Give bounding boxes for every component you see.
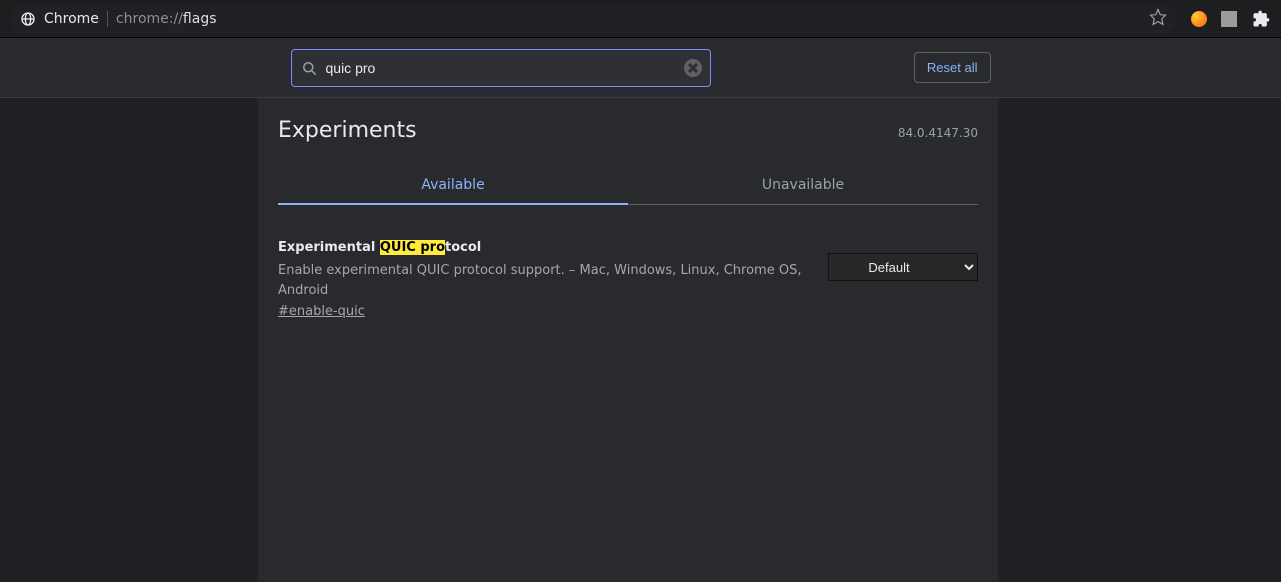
omnibox-site-label: Chrome bbox=[44, 11, 108, 27]
extension-placeholder-icon[interactable] bbox=[1221, 11, 1237, 27]
flag-entry: Experimental QUIC protocol Enable experi… bbox=[278, 239, 978, 319]
tab-unavailable[interactable]: Unavailable bbox=[628, 167, 978, 205]
search-icon bbox=[300, 59, 318, 77]
omnibox-url-path: flags bbox=[183, 11, 217, 27]
flags-toolbar: Reset all bbox=[0, 38, 1281, 98]
flag-state-select[interactable]: Default bbox=[828, 253, 978, 281]
chrome-version: 84.0.4147.30 bbox=[898, 126, 978, 140]
reset-all-button[interactable]: Reset all bbox=[914, 52, 991, 83]
tab-available[interactable]: Available bbox=[278, 167, 628, 205]
flags-search-box[interactable] bbox=[291, 49, 711, 87]
browser-chrome-bar: Chrome chrome://flags bbox=[0, 0, 1281, 38]
left-gutter bbox=[0, 98, 258, 582]
flag-anchor-link[interactable]: #enable-quic bbox=[278, 304, 365, 319]
clear-search-icon[interactable] bbox=[684, 59, 702, 77]
extensions-puzzle-icon[interactable] bbox=[1251, 9, 1271, 29]
flag-description: Enable experimental QUIC protocol suppor… bbox=[278, 261, 804, 300]
bookmark-star-icon[interactable] bbox=[1149, 8, 1167, 30]
site-info-icon[interactable] bbox=[20, 11, 36, 27]
flags-tabs: Available Unavailable bbox=[278, 167, 978, 205]
omnibox[interactable]: Chrome chrome://flags bbox=[10, 5, 1177, 33]
search-input[interactable] bbox=[326, 60, 684, 76]
flag-title: Experimental QUIC protocol bbox=[278, 239, 804, 257]
search-highlight: QUIC pro bbox=[380, 240, 445, 255]
browser-toolbar-icons bbox=[1177, 9, 1271, 29]
extension-icon[interactable] bbox=[1191, 11, 1207, 27]
omnibox-url-scheme: chrome:// bbox=[116, 11, 183, 27]
page-title: Experiments bbox=[278, 118, 417, 143]
content-column: Experiments 84.0.4147.30 Available Unava… bbox=[258, 98, 998, 582]
right-gutter bbox=[998, 98, 1281, 582]
